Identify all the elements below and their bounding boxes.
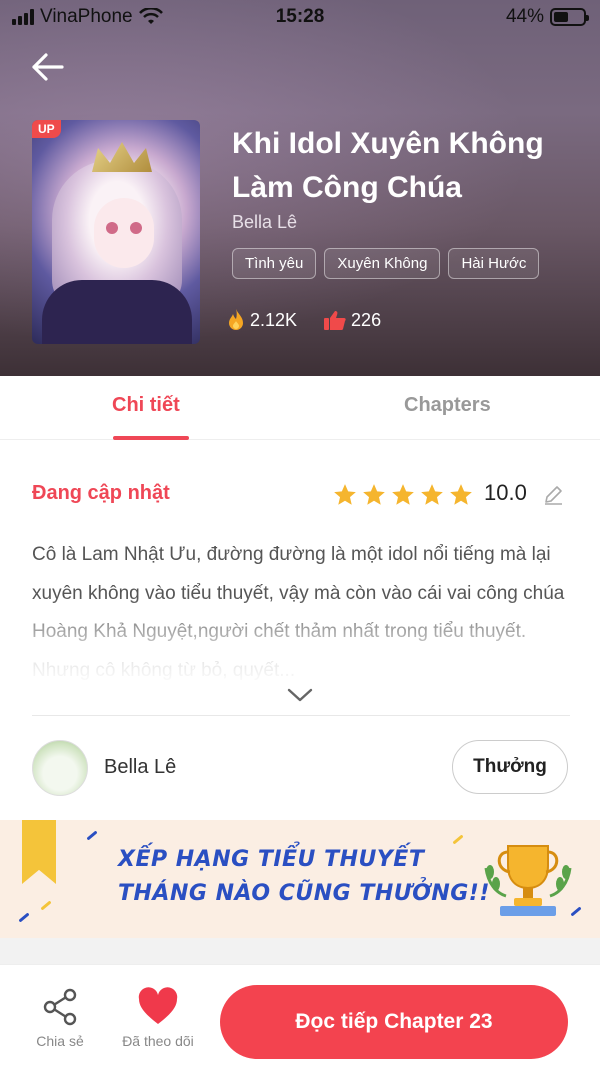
active-tab-indicator xyxy=(113,436,189,440)
banner-line-2: THÁNG NÀO CŨNG THƯỞNG!! xyxy=(118,881,490,906)
author-name[interactable]: Bella Lê xyxy=(104,756,176,779)
rating-value: 10.0 xyxy=(484,480,527,505)
section-separator xyxy=(0,938,600,964)
share-label: Chia sẻ xyxy=(36,1033,84,1049)
book-header: VinaPhone 15:28 44% UP Khi Idol Xuyên Kh… xyxy=(0,0,600,376)
view-count: 2.12K xyxy=(250,309,298,330)
heart-icon xyxy=(138,987,178,1024)
bottom-action-bar: Chia sẻ Đã theo dõi Đọc tiếp Chapter 23 xyxy=(0,964,600,1067)
share-button[interactable]: Chia sẻ xyxy=(20,987,100,1049)
share-icon xyxy=(43,988,77,1026)
reward-button[interactable]: Thưởng xyxy=(452,740,568,794)
like-count: 226 xyxy=(351,309,382,330)
update-status: Đang cập nhật xyxy=(32,482,170,504)
pencil-icon[interactable] xyxy=(542,484,564,506)
status-bar: VinaPhone 15:28 44% xyxy=(0,0,600,34)
book-stats: 2.12K 226 xyxy=(226,308,381,332)
star-icon xyxy=(450,484,472,505)
arrow-left-icon[interactable] xyxy=(30,50,70,84)
tab-chapters[interactable]: Chapters xyxy=(404,394,491,417)
book-title: Khi Idol Xuyên Không Làm Công Chúa xyxy=(232,127,544,204)
chevron-down-icon[interactable] xyxy=(286,686,314,704)
bookmark-ribbon-icon xyxy=(22,820,56,884)
avatar[interactable] xyxy=(32,740,88,796)
flame-icon xyxy=(229,309,243,330)
divider xyxy=(32,715,570,716)
star-icon xyxy=(421,484,443,505)
book-author: Bella Lê xyxy=(232,212,298,232)
follow-button[interactable]: Đã theo dõi xyxy=(118,987,198,1049)
rating-stars[interactable] xyxy=(332,482,474,508)
follow-label: Đã theo dõi xyxy=(122,1033,194,1049)
tag-time-travel[interactable]: Xuyên Không xyxy=(324,248,441,279)
thumbs-up-icon xyxy=(324,311,346,330)
star-icon xyxy=(363,484,385,505)
banner-line-1: XẾP HẠNG TIỂU THUYẾT xyxy=(118,847,425,872)
tag-love[interactable]: Tình yêu xyxy=(232,248,317,279)
author-row: Bella Lê Thưởng xyxy=(32,738,570,798)
tag-comedy[interactable]: Hài Hước xyxy=(448,248,540,279)
status-rating-row: Đang cập nhật 10.0 xyxy=(32,478,572,512)
tab-details[interactable]: Chi tiết xyxy=(112,394,180,417)
battery-icon xyxy=(550,8,589,26)
trophy-icon xyxy=(484,845,572,916)
continue-reading-button[interactable]: Đọc tiếp Chapter 23 xyxy=(220,985,568,1059)
up-badge: UP xyxy=(32,120,61,138)
promo-banner[interactable]: XẾP HẠNG TIỂU THUYẾT THÁNG NÀO CŨNG THƯỞ… xyxy=(0,820,600,938)
detail-tabs: Chi tiết Chapters xyxy=(0,376,600,440)
genre-tags: Tình yêu Xuyên Không Hài Hước xyxy=(232,248,540,279)
star-icon xyxy=(392,484,414,505)
book-cover xyxy=(32,120,200,344)
battery-percent: 44% xyxy=(505,6,544,27)
star-icon xyxy=(334,484,356,505)
book-description: Cô là Lam Nhật Ưu, đường đường là một id… xyxy=(32,536,572,686)
